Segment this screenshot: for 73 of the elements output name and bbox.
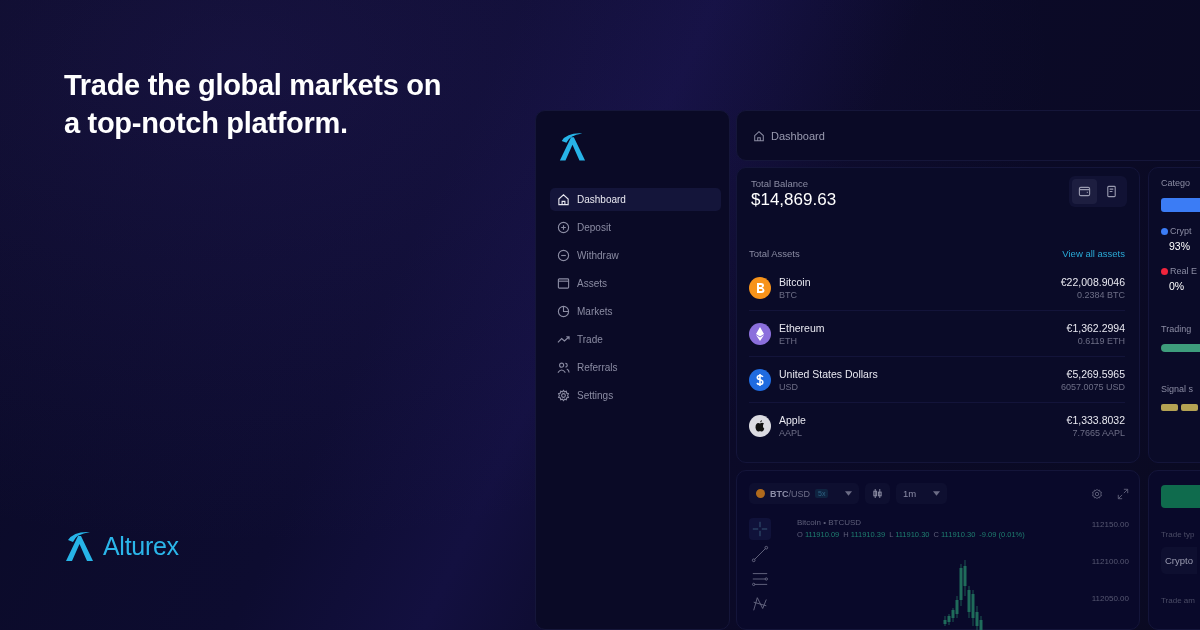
document-icon bbox=[1105, 185, 1118, 198]
price-label: 112100.00 bbox=[1091, 557, 1129, 566]
assets-title: Total Assets bbox=[749, 248, 800, 259]
home-icon bbox=[557, 193, 570, 206]
view-all-link[interactable]: View all assets bbox=[1062, 248, 1125, 259]
asset-value: €22,008.9046 bbox=[1060, 275, 1125, 288]
asset-value: €5,269.5965 bbox=[1066, 367, 1125, 380]
candles-icon bbox=[872, 488, 883, 499]
asset-amount: 0.6119 ETH bbox=[1077, 335, 1125, 346]
settings-icon[interactable] bbox=[1091, 487, 1103, 500]
pie-chart-icon bbox=[557, 305, 570, 318]
users-icon bbox=[557, 361, 570, 374]
asset-name: Bitcoin bbox=[779, 275, 811, 288]
settings-icon bbox=[557, 389, 570, 402]
asset-row[interactable]: Bitcoin BTC €22,008.9046 0.2384 BTC bbox=[749, 265, 1125, 311]
asset-symbol: ETH bbox=[779, 335, 798, 346]
asset-amount: 0.2384 BTC bbox=[1076, 289, 1125, 300]
asset-name: Apple bbox=[779, 413, 806, 426]
nav-item[interactable]: Deposit bbox=[550, 216, 721, 239]
asset-row[interactable]: United States Dollars USD €5,269.5965 6057.0075 USD bbox=[749, 357, 1125, 403]
asset-amount: 6057.0075 USD bbox=[1060, 381, 1125, 392]
nav-item[interactable]: Dashboard bbox=[550, 188, 721, 211]
trend-line-tool[interactable] bbox=[749, 543, 771, 565]
trade-type-field[interactable]: Crypto bbox=[1161, 547, 1197, 574]
breadcrumb[interactable]: Dashboard bbox=[771, 129, 825, 142]
legend-percent: 93% bbox=[1169, 240, 1191, 252]
price-label: 112050.00 bbox=[1091, 594, 1129, 603]
home-icon bbox=[753, 129, 765, 142]
legend-label: Real E bbox=[1170, 266, 1197, 276]
asset-name: United States Dollars bbox=[779, 367, 878, 380]
balance-amount: $14,869.63 bbox=[751, 190, 837, 210]
trend-icon bbox=[557, 333, 570, 346]
minus-icon bbox=[557, 249, 570, 262]
asset-value: €1,333.8032 bbox=[1066, 413, 1125, 426]
asset-row[interactable]: Apple AAPL €1,333.8032 7.7665 AAPL bbox=[749, 403, 1125, 448]
nav-item[interactable]: Referrals bbox=[550, 356, 721, 379]
price-label: 112150.00 bbox=[1091, 520, 1129, 529]
asset-row[interactable]: Ethereum ETH €1,362.2994 0.6119 ETH bbox=[749, 311, 1125, 357]
logo-icon bbox=[64, 530, 94, 562]
trading-bar bbox=[1161, 344, 1200, 352]
nav-item[interactable]: Settings bbox=[550, 384, 721, 407]
asset-name: Ethereum bbox=[779, 321, 825, 334]
asset-symbol: USD bbox=[779, 381, 799, 392]
asset-amount: 7.7665 AAPL bbox=[1072, 427, 1125, 438]
chart-title: Bitcoin • BTCUSD bbox=[797, 518, 863, 527]
caret-icon bbox=[845, 491, 852, 496]
nav-item[interactable]: Withdraw bbox=[550, 244, 721, 267]
asset-symbol: AAPL bbox=[779, 427, 803, 438]
nav-item[interactable]: Assets bbox=[550, 272, 721, 295]
balance-label: Total Balance bbox=[751, 178, 810, 189]
legend-percent: 0% bbox=[1169, 280, 1186, 292]
asset-symbol: BTC bbox=[779, 289, 798, 300]
candlestick-drawing bbox=[943, 560, 983, 630]
category-title: Catego bbox=[1161, 178, 1191, 188]
nav-item[interactable]: Trade bbox=[550, 328, 721, 351]
logo-icon bbox=[558, 131, 586, 162]
wallet-icon bbox=[557, 277, 570, 290]
category-bar bbox=[1161, 198, 1200, 212]
headline: Trade the global markets on a top-notch platform. bbox=[64, 68, 443, 141]
plus-icon bbox=[557, 221, 570, 234]
expand-icon[interactable] bbox=[1117, 487, 1129, 500]
crosshair-tool[interactable] bbox=[749, 518, 771, 540]
interval-selector[interactable]: 1m bbox=[896, 483, 948, 504]
asset-value: €1,362.2994 bbox=[1066, 321, 1125, 334]
brand-name: Alturex bbox=[103, 531, 179, 561]
wallet-icon bbox=[1078, 185, 1091, 198]
wallet-view-button[interactable] bbox=[1072, 179, 1097, 204]
candles-button[interactable] bbox=[865, 483, 890, 504]
caret-icon bbox=[933, 491, 941, 496]
nav-item[interactable]: Markets bbox=[550, 300, 721, 323]
legend-label: Crypt bbox=[1170, 226, 1192, 236]
signal-label: Signal s bbox=[1161, 384, 1194, 394]
trading-label: Trading bbox=[1161, 324, 1192, 334]
